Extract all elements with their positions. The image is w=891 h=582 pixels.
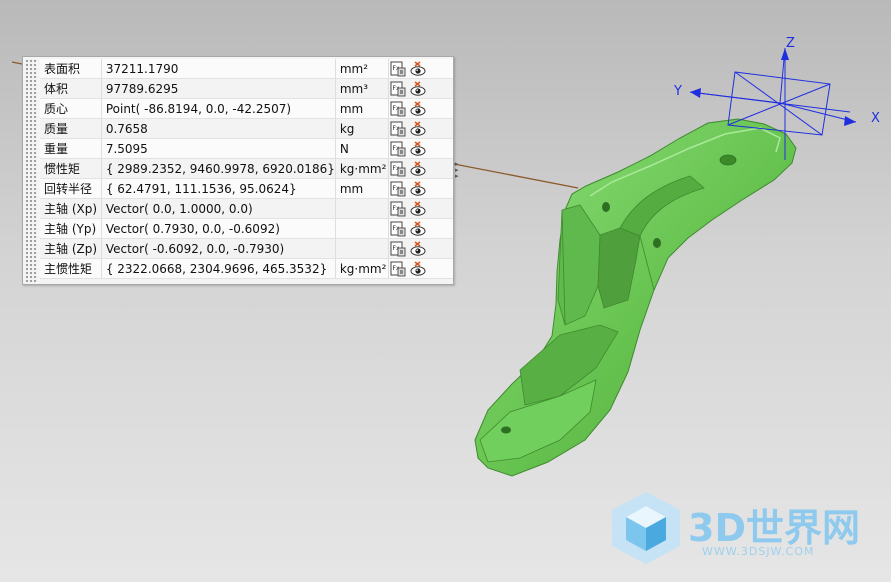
property-row[interactable]: 主惯性矩{ 2322.0668, 2304.9696, 465.3532} kg·… [40,258,453,279]
panel-expand-arrows-icon[interactable]: ▸ ▸ ▸ [455,161,463,180]
property-value: 7.5095 [101,138,336,159]
property-row[interactable]: 惯性矩{ 2989.2352, 9460.9978, 6920.0186} kg·… [40,158,453,179]
property-name: 表面积 [40,59,102,79]
property-unit: mm² [335,59,389,79]
property-row[interactable]: 主轴 (Zp) Vector( -0.6092, 0.0, -0.7930) Fx [40,238,453,259]
measure-results-panel[interactable]: 表面积 37211.1790 mm² Fx 体积 97789.6295 mm³ Fx 质心 Poi… [22,56,459,285]
panel-drag-handle[interactable] [25,59,38,282]
property-name: 重量 [40,138,102,159]
property-unit: kg·mm² [335,158,389,179]
property-unit: N [335,138,389,159]
z-axis-label: Z [786,36,795,51]
x-axis-label: X [871,111,880,126]
measurement-leader-line [453,163,579,189]
parameter-export-icon[interactable]: Fx [388,258,409,279]
property-value: { 2322.0668, 2304.9696, 465.3532} [101,258,336,279]
property-row[interactable]: 主轴 (Yp) Vector( 0.7930, 0.0, -0.6092) Fx [40,218,453,239]
property-name: 体积 [40,78,102,99]
property-name: 主轴 (Yp) [40,218,102,239]
watermark-logo-icon [612,492,680,564]
property-row[interactable]: 回转半径{ 62.4791, 111.1536, 95.0624} mm Fx [40,178,453,199]
property-row[interactable]: 体积 97789.6295 mm³ Fx [40,78,453,99]
property-row[interactable]: 表面积 37211.1790 mm² Fx [40,59,453,79]
property-name: 主轴 (Zp) [40,238,102,259]
measure-properties-table: 表面积 37211.1790 mm² Fx 体积 97789.6295 mm³ Fx 质心 Poi… [40,59,453,279]
show-measure-icon[interactable] [408,98,428,119]
show-measure-icon[interactable] [408,218,428,239]
watermark-url: WWW.3DSJW.COM [702,545,815,558]
property-unit [335,198,389,219]
solid-body-part[interactable] [474,118,797,477]
parameter-export-icon[interactable]: Fx [388,178,409,199]
measurement-leader-line-left [11,61,23,65]
parameter-export-icon[interactable]: Fx [388,198,409,219]
property-row[interactable]: 主轴 (Xp) Vector( 0.0, 1.0000, 0.0) Fx [40,198,453,219]
x-axis-arrowhead [844,116,856,126]
show-measure-icon[interactable] [408,198,428,219]
property-row[interactable]: 质量 0.7658 kg Fx [40,118,453,139]
show-measure-icon[interactable] [408,178,428,199]
property-value: 37211.1790 [101,59,336,79]
parameter-export-icon[interactable]: Fx [388,98,409,119]
property-value: 97789.6295 [101,78,336,99]
y-axis-label: Y [673,84,682,99]
property-unit: mm³ [335,78,389,99]
show-measure-icon[interactable] [408,238,428,259]
property-name: 质心 [40,98,102,119]
property-name: 质量 [40,118,102,139]
property-unit: kg·mm² [335,258,389,279]
parameter-export-icon[interactable]: Fx [388,238,409,259]
watermark-brand: 3D世界网 [688,506,860,550]
property-value: 0.7658 [101,118,336,139]
property-unit: kg [335,118,389,139]
property-name: 主轴 (Xp) [40,198,102,219]
parameter-export-icon[interactable]: Fx [388,158,409,179]
show-measure-icon[interactable] [408,118,428,139]
property-value: Vector( 0.7930, 0.0, -0.6092) [101,218,336,239]
show-measure-icon[interactable] [408,59,428,79]
parameter-export-icon[interactable]: Fx [388,118,409,139]
property-value: { 62.4791, 111.1536, 95.0624} [101,178,336,199]
property-value: Vector( -0.6092, 0.0, -0.7930) [101,238,336,259]
show-measure-icon[interactable] [408,258,428,279]
parameter-export-icon[interactable]: Fx [388,218,409,239]
property-name: 惯性矩 [40,158,102,179]
show-measure-icon[interactable] [408,138,428,159]
property-name: 回转半径 [40,178,102,199]
property-value: Point( -86.8194, 0.0, -42.2507) [101,98,336,119]
parameter-export-icon[interactable]: Fx [388,78,409,99]
property-unit: mm [335,178,389,199]
show-measure-icon[interactable] [408,158,428,179]
property-value: Vector( 0.0, 1.0000, 0.0) [101,198,336,219]
property-unit: mm [335,98,389,119]
parameter-export-icon[interactable]: Fx [388,59,409,79]
parameter-export-icon[interactable]: Fx [388,138,409,159]
property-unit [335,218,389,239]
show-measure-icon[interactable] [408,78,428,99]
property-unit [335,238,389,259]
y-axis-arrowhead [690,88,701,98]
property-row[interactable]: 质心 Point( -86.8194, 0.0, -42.2507) mm Fx [40,98,453,119]
property-row[interactable]: 重量 7.5095 N Fx [40,138,453,159]
property-value: { 2989.2352, 9460.9978, 6920.0186} [101,158,336,179]
property-name: 主惯性矩 [40,258,102,279]
